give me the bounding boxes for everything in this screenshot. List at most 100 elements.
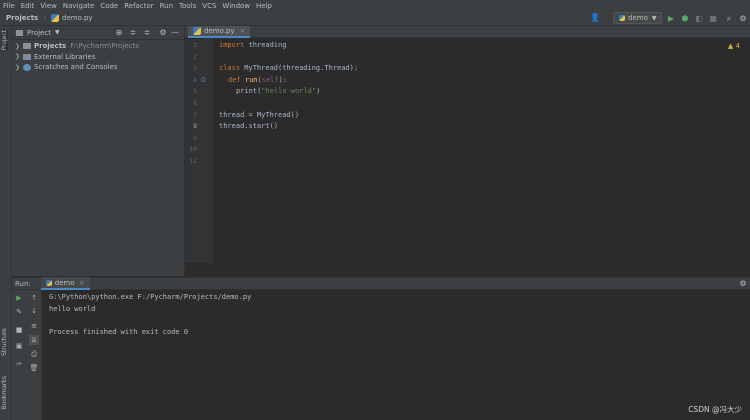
editor-gutter: 1 2 3 4 5 6 7 8 9 10 11 O <box>185 39 213 263</box>
function-name: run <box>244 75 258 84</box>
breadcrumb-projects[interactable]: Projects <box>6 14 38 22</box>
stop-icon[interactable]: ■ <box>708 14 718 24</box>
console-line: hello world <box>49 305 96 313</box>
project-view-select[interactable]: Project <box>27 29 51 37</box>
run-tab-demo[interactable]: demo × <box>40 277 90 290</box>
override-marker-icon[interactable]: O <box>201 77 206 84</box>
code-line-7: thread = MyThread() <box>219 110 300 119</box>
tree-item-external-libraries[interactable]: ❯ External Libraries <box>15 52 184 63</box>
run-config-select[interactable]: demo ▼ <box>613 12 663 24</box>
run-icon[interactable]: ▶ <box>666 14 676 24</box>
menu-help[interactable]: Help <box>256 2 272 10</box>
console-line: Process finished with exit code 0 <box>49 328 189 336</box>
inspection-count: 4 <box>735 42 740 50</box>
code-text: ) <box>316 87 321 96</box>
menu-run[interactable]: Run <box>160 2 173 10</box>
chevron-right-icon[interactable]: ❯ <box>15 53 23 60</box>
chevron-right-icon[interactable]: ❯ <box>15 43 23 50</box>
tree-item-scratches[interactable]: ❯ Scratches and Consoles <box>15 62 184 73</box>
tab-demo-py[interactable]: demo.py × <box>188 26 251 38</box>
code-text: ): <box>278 75 288 84</box>
chevron-right-icon[interactable]: ❯ <box>15 64 23 71</box>
line-number: 3 <box>193 64 197 73</box>
breadcrumb: Projects › demo.py <box>6 14 93 22</box>
debug-icon[interactable]: ⬢ <box>680 14 690 24</box>
arrow-down-icon[interactable]: ↓ <box>29 306 39 316</box>
run-tab-label: demo <box>54 278 75 287</box>
soft-wrap-icon[interactable]: ≡ <box>29 321 39 331</box>
code-line-4: def run(self): <box>228 75 287 87</box>
menu-bar: File Edit View Navigate Code Refactor Ru… <box>0 0 750 11</box>
warning-indicator[interactable]: ▲ 4 <box>728 42 740 50</box>
tree-item-path: F:\Pycharm\Projects <box>70 42 139 51</box>
scroll-to-end-icon[interactable]: ⇊ <box>29 335 39 345</box>
tab-label: demo.py <box>204 27 235 35</box>
folder-icon <box>23 43 31 50</box>
minimize-icon[interactable]: — <box>170 28 180 38</box>
gear-icon[interactable]: ⚙ <box>738 279 748 289</box>
chevron-down-icon[interactable]: ▼ <box>55 29 60 36</box>
menu-tools[interactable]: Tools <box>179 2 196 10</box>
menu-edit[interactable]: Edit <box>21 2 35 10</box>
search-icon[interactable]: ⌕ <box>724 14 734 24</box>
line-number: 5 <box>193 87 197 96</box>
tree-item-projects[interactable]: ❯ Projects F:\Pycharm\Projects <box>15 41 184 52</box>
menu-navigate[interactable]: Navigate <box>63 2 94 10</box>
line-number: 6 <box>193 99 197 107</box>
locate-icon[interactable]: ⊕ <box>114 28 124 38</box>
close-icon[interactable]: × <box>240 27 246 35</box>
console-output[interactable]: G:\Python\python.exe F:/Pycharm/Projects… <box>42 290 750 420</box>
wrench-icon[interactable]: ✎ <box>14 307 24 317</box>
run-config-label: demo <box>628 14 648 22</box>
project-tree: ❯ Projects F:\Pycharm\Projects ❯ Externa… <box>12 40 184 73</box>
expand-all-icon[interactable]: ≑ <box>142 28 152 38</box>
run-label: Run: <box>15 279 31 288</box>
menu-refactor[interactable]: Refactor <box>124 2 153 10</box>
project-panel-header: Project ▼ ⊕ ≑ ≑ ⚙ — <box>12 26 184 40</box>
keyword: class <box>219 64 241 73</box>
code-line-1: import threading <box>219 40 286 52</box>
menu-file[interactable]: File <box>3 2 15 10</box>
code-text: print( <box>236 87 262 96</box>
coverage-icon[interactable]: ◧ <box>694 14 704 24</box>
chevron-down-icon: ▼ <box>651 14 657 22</box>
tree-item-label: External Libraries <box>34 52 96 61</box>
tree-item-label: Projects <box>34 42 67 51</box>
code-text: threading <box>244 41 287 49</box>
user-icon[interactable]: 👤 <box>590 13 600 23</box>
console-line: G:\Python\python.exe F:/Pycharm/Projects… <box>49 293 252 301</box>
print-icon[interactable]: ⎙ <box>29 349 39 359</box>
side-tab-bookmarks[interactable]: Bookmarks <box>1 376 8 410</box>
menu-window[interactable]: Window <box>222 2 250 10</box>
project-view-icon <box>16 29 23 36</box>
keyword: import <box>219 41 245 49</box>
line-number: 1 <box>193 41 197 49</box>
line-number: 11 <box>189 157 197 165</box>
collapse-all-icon[interactable]: ≑ <box>128 28 138 38</box>
close-icon[interactable]: × <box>79 279 85 287</box>
breadcrumb-file[interactable]: demo.py <box>62 14 93 22</box>
menu-view[interactable]: View <box>40 2 57 10</box>
code-line-8: thread.start() <box>219 122 279 131</box>
watermark: CSDN @冯大少 <box>688 405 742 414</box>
menu-code[interactable]: Code <box>100 2 118 10</box>
rerun-icon[interactable]: ▶ <box>14 293 24 303</box>
arrow-up-icon[interactable]: ↑ <box>29 293 39 303</box>
run-panel-header: Run: demo × ⚙ <box>12 277 750 290</box>
code-editor[interactable]: import threading class MyThread(threadin… <box>213 39 750 263</box>
stop-icon[interactable]: ■ <box>14 325 24 335</box>
gear-icon[interactable]: ⚙ <box>158 28 168 38</box>
self-param: self <box>261 75 279 84</box>
settings-icon[interactable]: ⚙ <box>738 14 748 24</box>
breadcrumb-separator: › <box>43 14 47 22</box>
code-line-5: print("hello world") <box>236 86 320 98</box>
camera-icon[interactable]: ▣ <box>14 341 24 351</box>
side-tab-structure[interactable]: Structure <box>1 328 8 356</box>
pin-icon[interactable]: ✑ <box>14 359 24 369</box>
scratches-icon <box>23 63 31 71</box>
editor-tabs: demo.py × <box>185 26 750 38</box>
trash-icon[interactable]: 🗑 <box>29 363 39 373</box>
menu-vcs[interactable]: VCS <box>202 2 216 10</box>
line-number: 7 <box>193 110 197 119</box>
side-tab-project[interactable]: Project <box>1 30 8 51</box>
